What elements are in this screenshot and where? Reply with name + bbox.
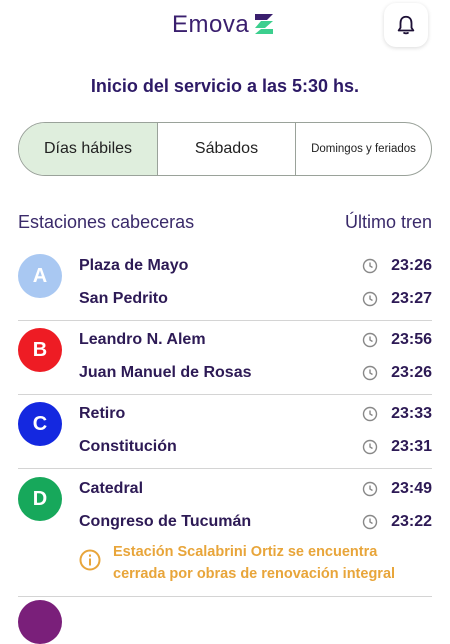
last-train-time: 23:49 [391,480,432,497]
clock-icon [362,406,378,422]
last-train-time: 23:31 [391,438,432,455]
tab-domingos-feriados[interactable]: Domingos y feriados [295,123,431,175]
station-row: Catedral 23:49 [79,476,432,502]
notice-line-2: cerrada por obras de renovación integral [113,566,396,582]
line-b-badge: B [18,328,62,372]
tab-dias-habiles[interactable]: Días hábiles [19,123,157,175]
day-type-selector: Días hábiles Sábados Domingos y feriados [18,122,432,176]
station-name: Juan Manuel de Rosas [79,364,252,381]
last-train-time: 23:26 [391,257,432,274]
notice-line-1: Estación Scalabrini Ortiz se encuentra [113,544,378,560]
last-train-time: 23:56 [391,331,432,348]
divider [18,320,432,321]
station-row: Leandro N. Alem 23:56 [79,327,432,353]
line-d-badge: D [18,477,62,521]
line-a-badge: A [18,254,62,298]
divider [18,468,432,469]
divider [18,596,432,597]
tab-sabados[interactable]: Sábados [157,123,295,175]
last-train-time: 23:33 [391,405,432,422]
station-name: Congreso de Tucumán [79,513,252,530]
clock-icon [362,365,378,381]
closure-notice: Estación Scalabrini Ortiz se encuentra c… [79,541,432,585]
logo-text: Emova [172,11,250,38]
last-train-time: 23:22 [391,513,432,530]
bell-icon [397,15,415,35]
station-row: Retiro 23:33 [79,401,432,427]
clock-icon [362,291,378,307]
clock-icon [362,258,378,274]
next-line-badge-partial [18,600,62,644]
clock-icon [362,514,378,530]
station-name: Leandro N. Alem [79,331,206,348]
station-name: Constitución [79,438,177,455]
station-row: San Pedrito 23:27 [79,286,432,312]
clock-icon [362,439,378,455]
station-row: Juan Manuel de Rosas 23:26 [79,360,432,386]
line-c-badge: C [18,402,62,446]
station-row: Congreso de Tucumán 23:22 [79,509,432,535]
notifications-button[interactable] [384,3,428,47]
service-start-title: Inicio del servicio a las 5:30 hs. [90,76,360,96]
divider [18,394,432,395]
app-header: Emova [0,0,450,50]
header-last-train: Último tren [344,212,432,232]
station-row: Plaza de Mayo 23:26 [79,253,432,279]
station-name: Catedral [79,480,144,497]
station-name: Retiro [79,405,126,422]
station-name: Plaza de Mayo [79,257,189,274]
emova-logo: Emova [172,11,277,39]
station-name: San Pedrito [79,290,168,307]
header-stations: Estaciones cabeceras [18,212,195,232]
station-row: Constitución 23:31 [79,434,432,460]
info-circle-icon [79,549,101,571]
clock-icon [362,481,378,497]
last-train-time: 23:26 [391,364,432,381]
logo-mark-icon [255,14,274,34]
notice-text: Estación Scalabrini Ortiz se encuentra c… [113,541,395,585]
clock-icon [362,332,378,348]
last-train-time: 23:27 [391,290,432,307]
